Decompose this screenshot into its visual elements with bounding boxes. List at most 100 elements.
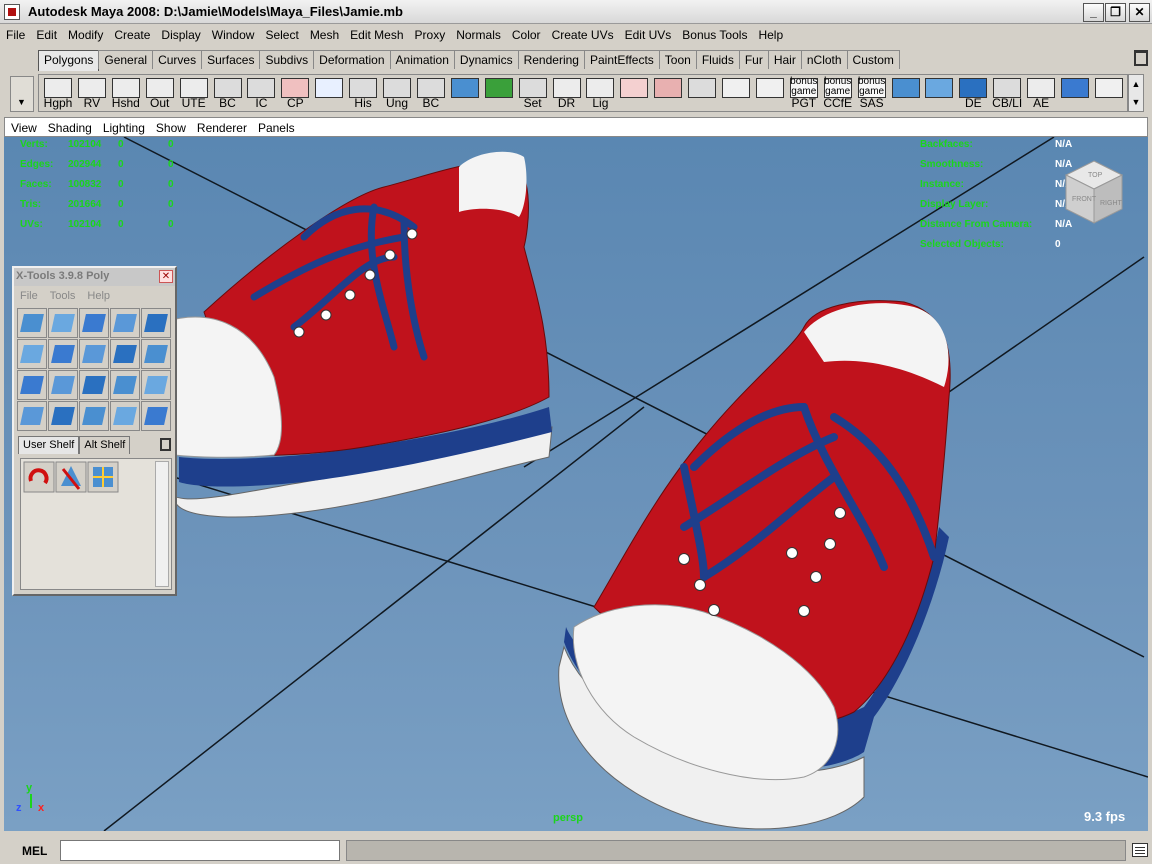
shelf-tab-toon[interactable]: Toon bbox=[658, 50, 697, 69]
xtools-tool-icon[interactable] bbox=[141, 339, 171, 369]
xtools-title-bar[interactable]: X-Tools 3.9.8 Poly ✕ bbox=[14, 268, 175, 286]
xtools-tool-icon[interactable] bbox=[141, 308, 171, 338]
xtools-tool-icon[interactable] bbox=[79, 339, 109, 369]
uv-grid-icon[interactable] bbox=[87, 461, 119, 493]
menu-file[interactable]: File bbox=[0, 24, 30, 42]
menu-select[interactable]: Select bbox=[259, 24, 303, 42]
panel-menu-renderer[interactable]: Renderer bbox=[191, 118, 252, 135]
panel-menu-lighting[interactable]: Lighting bbox=[97, 118, 150, 135]
minimize-button[interactable]: _ bbox=[1083, 3, 1104, 22]
xtools-shelf-scrollbar[interactable] bbox=[155, 461, 169, 587]
shelf-tab-deformation[interactable]: Deformation bbox=[313, 50, 391, 69]
shelf-menu-button[interactable] bbox=[10, 76, 34, 112]
xtools-tool-icon[interactable] bbox=[110, 370, 140, 400]
xtools-tool-icon[interactable] bbox=[141, 370, 171, 400]
shelf-tab-dynamics[interactable]: Dynamics bbox=[453, 50, 519, 69]
xtools-tool-icon[interactable] bbox=[48, 339, 78, 369]
maya-app-icon[interactable] bbox=[4, 4, 20, 20]
menu-window[interactable]: Window bbox=[206, 24, 260, 42]
xtools-tool-icon[interactable] bbox=[17, 370, 47, 400]
menu-modify[interactable]: Modify bbox=[62, 24, 108, 42]
shelf-button-1[interactable]: RV bbox=[75, 76, 109, 110]
shelf-button-23[interactable]: bonus game CCfE bbox=[821, 76, 855, 111]
xtools-tab-alt-shelf[interactable]: Alt Shelf bbox=[79, 436, 131, 454]
xtools-menu-help[interactable]: Help bbox=[81, 288, 116, 302]
shelf-button-6[interactable]: IC bbox=[244, 76, 278, 110]
xtools-menu-tools[interactable]: Tools bbox=[44, 288, 82, 302]
menu-color[interactable]: Color bbox=[506, 24, 546, 42]
xtools-tool-icon[interactable] bbox=[141, 401, 171, 431]
cone-arrow-icon[interactable] bbox=[55, 461, 87, 493]
menu-create-uvs[interactable]: Create UVs bbox=[546, 24, 619, 42]
shelf-scroll-arrows[interactable]: ▲ ▼ bbox=[1128, 74, 1144, 112]
shelf-tab-custom[interactable]: Custom bbox=[846, 50, 900, 69]
menu-display[interactable]: Display bbox=[155, 24, 205, 42]
shelf-button-2[interactable]: Hshd bbox=[109, 76, 143, 110]
shelf-button-13[interactable] bbox=[482, 76, 516, 110]
shelf-tab-fluids[interactable]: Fluids bbox=[695, 50, 740, 69]
xtools-tool-icon[interactable] bbox=[17, 339, 47, 369]
viewcube-icon[interactable]: TOP FRONT RIGHT bbox=[1064, 159, 1124, 225]
shelf-button-0[interactable]: Hgph bbox=[41, 76, 75, 110]
shelf-tab-curves[interactable]: Curves bbox=[152, 50, 203, 69]
xtools-tool-icon[interactable] bbox=[110, 308, 140, 338]
panel-menu-view[interactable]: View bbox=[5, 118, 42, 135]
panel-menu-shading[interactable]: Shading bbox=[42, 118, 97, 135]
menu-edit-mesh[interactable]: Edit Mesh bbox=[344, 24, 408, 42]
shelf-button-25[interactable] bbox=[889, 76, 923, 110]
menu-create[interactable]: Create bbox=[108, 24, 155, 42]
xtools-tool-icon[interactable] bbox=[110, 401, 140, 431]
xtools-tool-icon[interactable] bbox=[17, 401, 47, 431]
xtools-tool-icon[interactable] bbox=[17, 308, 47, 338]
close-button[interactable]: ✕ bbox=[1129, 3, 1150, 22]
mel-label[interactable]: MEL bbox=[22, 844, 47, 858]
shelf-button-28[interactable]: CB/LI bbox=[990, 76, 1024, 110]
panel-menu-panels[interactable]: Panels bbox=[252, 118, 300, 135]
shelf-button-20[interactable] bbox=[719, 76, 753, 110]
shelf-button-9[interactable]: His bbox=[346, 76, 380, 110]
shelf-button-16[interactable]: Lig bbox=[583, 76, 617, 110]
xtools-tool-icon[interactable] bbox=[48, 308, 78, 338]
menu-normals[interactable]: Normals bbox=[450, 24, 506, 42]
red-arrow-icon[interactable] bbox=[23, 461, 55, 493]
mel-command-input[interactable] bbox=[60, 840, 340, 861]
shelf-button-24[interactable]: bonus game SAS bbox=[855, 76, 889, 110]
shelf-button-12[interactable] bbox=[448, 76, 482, 110]
xtools-tool-icon[interactable] bbox=[79, 308, 109, 338]
menu-bonus-tools[interactable]: Bonus Tools bbox=[676, 24, 752, 42]
shelf-button-4[interactable]: UTE bbox=[177, 76, 211, 110]
xtools-close-button[interactable]: ✕ bbox=[159, 270, 173, 283]
shelf-button-14[interactable]: Set bbox=[516, 76, 550, 110]
shelf-button-31[interactable] bbox=[1092, 76, 1126, 110]
shelf-button-10[interactable]: Ung bbox=[380, 76, 414, 110]
maximize-button[interactable]: ❐ bbox=[1105, 3, 1126, 22]
xtools-tool-icon[interactable] bbox=[79, 370, 109, 400]
shelf-button-7[interactable]: CP bbox=[278, 76, 312, 110]
panel-menu-show[interactable]: Show bbox=[150, 118, 191, 135]
shelf-tab-rendering[interactable]: Rendering bbox=[517, 50, 585, 69]
shelf-button-29[interactable]: AE bbox=[1024, 76, 1058, 110]
xtools-tool-icon[interactable] bbox=[79, 401, 109, 431]
shelf-tab-polygons[interactable]: Polygons bbox=[38, 50, 100, 71]
xtools-tool-icon[interactable] bbox=[48, 401, 78, 431]
shelf-tab-animation[interactable]: Animation bbox=[389, 50, 455, 69]
menu-help[interactable]: Help bbox=[752, 24, 788, 42]
shelf-tab-surfaces[interactable]: Surfaces bbox=[201, 50, 261, 69]
shelf-tab-general[interactable]: General bbox=[98, 50, 154, 69]
menu-edit[interactable]: Edit bbox=[30, 24, 62, 42]
shelf-button-3[interactable]: Out bbox=[143, 76, 177, 110]
shelf-tab-subdivs[interactable]: Subdivs bbox=[259, 50, 315, 69]
shelf-button-27[interactable]: DE bbox=[956, 76, 990, 110]
shelf-tab-ncloth[interactable]: nCloth bbox=[800, 50, 848, 69]
menu-mesh[interactable]: Mesh bbox=[304, 24, 344, 42]
shelf-button-5[interactable]: BC bbox=[211, 76, 245, 110]
xtools-tool-icon[interactable] bbox=[48, 370, 78, 400]
shelf-button-15[interactable]: DR bbox=[550, 76, 584, 110]
menu-edit-uvs[interactable]: Edit UVs bbox=[619, 24, 677, 42]
shelf-trash-icon[interactable] bbox=[1134, 50, 1148, 66]
shelf-button-22[interactable]: bonus game PGT bbox=[787, 76, 821, 110]
shelf-button-19[interactable] bbox=[685, 76, 719, 110]
xtools-tool-icon[interactable] bbox=[110, 339, 140, 369]
shelf-button-18[interactable] bbox=[651, 76, 685, 110]
xtools-tab-user-shelf[interactable]: User Shelf bbox=[18, 436, 80, 454]
